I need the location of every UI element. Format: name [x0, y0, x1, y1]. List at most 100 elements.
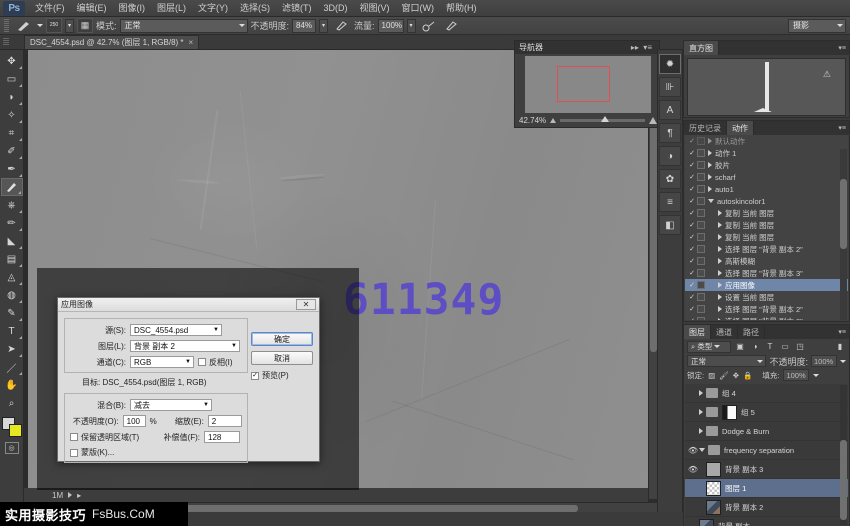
brush-panel-toggle-icon[interactable]: ▦	[77, 18, 93, 33]
chevron-right-icon[interactable]	[718, 270, 722, 276]
menu-help[interactable]: 帮助(H)	[440, 0, 483, 17]
action-toggle-icon[interactable]: ✓	[687, 197, 697, 205]
chevron-right-icon[interactable]	[718, 318, 722, 320]
chevron-right-icon[interactable]	[718, 282, 722, 288]
document-tab[interactable]: DSC_4554.psd @ 42.7% (图层 1, RGB/8) * ×	[24, 35, 199, 49]
layer-blend-mode-select[interactable]: 正常	[687, 355, 766, 367]
blend-mode-select[interactable]: 正常	[120, 19, 248, 33]
brush-size-swatch[interactable]: 250	[46, 18, 62, 33]
brush-size-dropdown-icon[interactable]: ▾	[65, 19, 74, 33]
tab-paths[interactable]: 路径	[738, 325, 765, 339]
tab-layers[interactable]: 图层	[684, 325, 711, 339]
layer-row[interactable]: 组 5	[685, 403, 848, 422]
action-dialog-toggle[interactable]	[697, 293, 705, 301]
action-toggle-icon[interactable]: ✓	[687, 257, 697, 265]
menu-image[interactable]: 图像(I)	[113, 0, 152, 17]
lock-transparency-icon[interactable]: ▨	[708, 371, 715, 380]
eraser-tool[interactable]: ◣	[1, 232, 23, 250]
actions-scroll-thumb[interactable]	[840, 179, 847, 249]
action-dialog-toggle[interactable]	[697, 269, 705, 277]
navigator-panel-menu[interactable]: ▸▸ ▾≡	[631, 43, 655, 52]
flow-dropdown-icon[interactable]: ▾	[407, 19, 416, 33]
histogram-dock-icon[interactable]: ⊪	[659, 77, 681, 97]
action-dialog-toggle[interactable]	[697, 317, 705, 320]
menu-file[interactable]: 文件(F)	[29, 0, 71, 17]
layers-scroll-thumb[interactable]	[840, 440, 847, 520]
chevron-right-icon[interactable]	[718, 246, 722, 252]
layer-row[interactable]: 组 4	[685, 384, 848, 403]
action-toggle-icon[interactable]: ✓	[687, 305, 697, 313]
quick-mask-toggle[interactable]: ◎	[5, 442, 19, 454]
action-row[interactable]: ✓ 胶片	[685, 159, 848, 171]
type-tool[interactable]: T	[1, 322, 23, 340]
lasso-tool[interactable]: ◗	[1, 88, 23, 106]
smartobject-filter-icon[interactable]: ◳	[794, 341, 806, 353]
layer-row[interactable]: 👁 背景 副本 3	[685, 460, 848, 479]
flow-input[interactable]: 100%	[378, 19, 404, 33]
action-dialog-toggle[interactable]	[697, 185, 705, 193]
chevron-right-icon[interactable]	[718, 294, 722, 300]
action-row[interactable]: ✓ 选择 图层 "背景 副本 3"	[685, 267, 848, 279]
action-toggle-icon[interactable]: ✓	[687, 149, 697, 157]
properties-dock-icon[interactable]: ≡	[659, 192, 681, 212]
gradient-tool[interactable]: ▤	[1, 250, 23, 268]
menu-select[interactable]: 选择(S)	[234, 0, 276, 17]
zoom-tool[interactable]: ⌕	[1, 394, 23, 412]
history-brush-tool[interactable]: ✏	[1, 214, 23, 232]
action-row[interactable]: ✓ 高斯模糊	[685, 255, 848, 267]
chevron-down-icon[interactable]	[699, 448, 705, 452]
status-menu-icon[interactable]	[68, 492, 72, 498]
action-toggle-icon[interactable]: ✓	[687, 221, 697, 229]
close-icon[interactable]: ×	[189, 38, 194, 47]
lock-image-icon[interactable]: 🖌	[719, 371, 729, 380]
opacity-input[interactable]: 84%	[292, 19, 316, 33]
layer-thumbnail[interactable]	[706, 481, 721, 496]
menu-view[interactable]: 视图(V)	[354, 0, 396, 17]
chevron-down-icon[interactable]	[708, 199, 714, 203]
navigator-thumbnail[interactable]	[525, 56, 651, 114]
layer-thumbnail[interactable]	[706, 462, 721, 477]
hand-tool[interactable]: ✋	[1, 376, 23, 394]
eye-icon[interactable]	[687, 389, 699, 398]
eye-icon[interactable]	[687, 522, 699, 526]
brush-tool[interactable]	[1, 178, 23, 196]
action-row[interactable]: ✓ 复制 当前 图层	[685, 231, 848, 243]
tab-histogram[interactable]: 直方图	[684, 41, 719, 55]
action-row-selected[interactable]: ✓ 应用图像	[685, 279, 848, 291]
paragraph-dock-icon[interactable]: ¶	[659, 123, 681, 143]
eye-icon[interactable]: 👁	[687, 446, 699, 455]
eye-icon[interactable]	[687, 427, 699, 436]
shape-filter-icon[interactable]: ▭	[779, 341, 791, 353]
crop-tool[interactable]: ⌗	[1, 124, 23, 142]
pressure-opacity-icon[interactable]	[331, 18, 351, 33]
chevron-right-icon[interactable]	[699, 390, 703, 396]
layer-row[interactable]: 背景 副本 2	[685, 498, 848, 517]
menu-window[interactable]: 窗口(W)	[396, 0, 441, 17]
mini-bridge-icon[interactable]: ✹	[659, 54, 681, 74]
action-toggle-icon[interactable]: ✓	[687, 233, 697, 241]
menu-type[interactable]: 文字(Y)	[192, 0, 234, 17]
eye-icon[interactable]	[687, 408, 699, 417]
chevron-right-icon[interactable]	[699, 409, 703, 415]
apply-image-dialog[interactable]: 应用图像 ✕ 源(S): DSC_4554.psd ▼ 图层(L): 背景 副本…	[57, 297, 320, 462]
action-toggle-icon[interactable]: ✓	[687, 209, 697, 217]
invert-checkbox[interactable]	[198, 358, 206, 366]
type-filter-icon[interactable]: T	[764, 341, 776, 353]
action-dialog-toggle[interactable]	[697, 149, 705, 157]
action-row[interactable]: ✓ 默认动作	[685, 135, 848, 147]
tab-history[interactable]: 历史记录	[684, 121, 727, 135]
action-dialog-toggle[interactable]	[697, 221, 705, 229]
actions-scrollbar[interactable]	[840, 149, 847, 320]
layer-row[interactable]: 👁 frequency separation	[685, 441, 848, 460]
action-toggle-icon[interactable]: ✓	[687, 317, 697, 320]
color-swatches[interactable]	[1, 416, 23, 438]
menu-filter[interactable]: 滤镜(T)	[276, 0, 318, 17]
histogram-panel-menu[interactable]: ▾≡	[838, 41, 849, 55]
action-dialog-toggle[interactable]	[697, 137, 705, 145]
ok-button[interactable]: 确定	[251, 332, 313, 346]
chevron-right-icon[interactable]	[708, 174, 712, 180]
action-dialog-toggle[interactable]	[697, 161, 705, 169]
layers-panel-menu[interactable]: ▾≡	[838, 325, 849, 339]
source-select[interactable]: DSC_4554.psd ▼	[130, 324, 222, 336]
chevron-right-icon[interactable]	[708, 162, 712, 168]
